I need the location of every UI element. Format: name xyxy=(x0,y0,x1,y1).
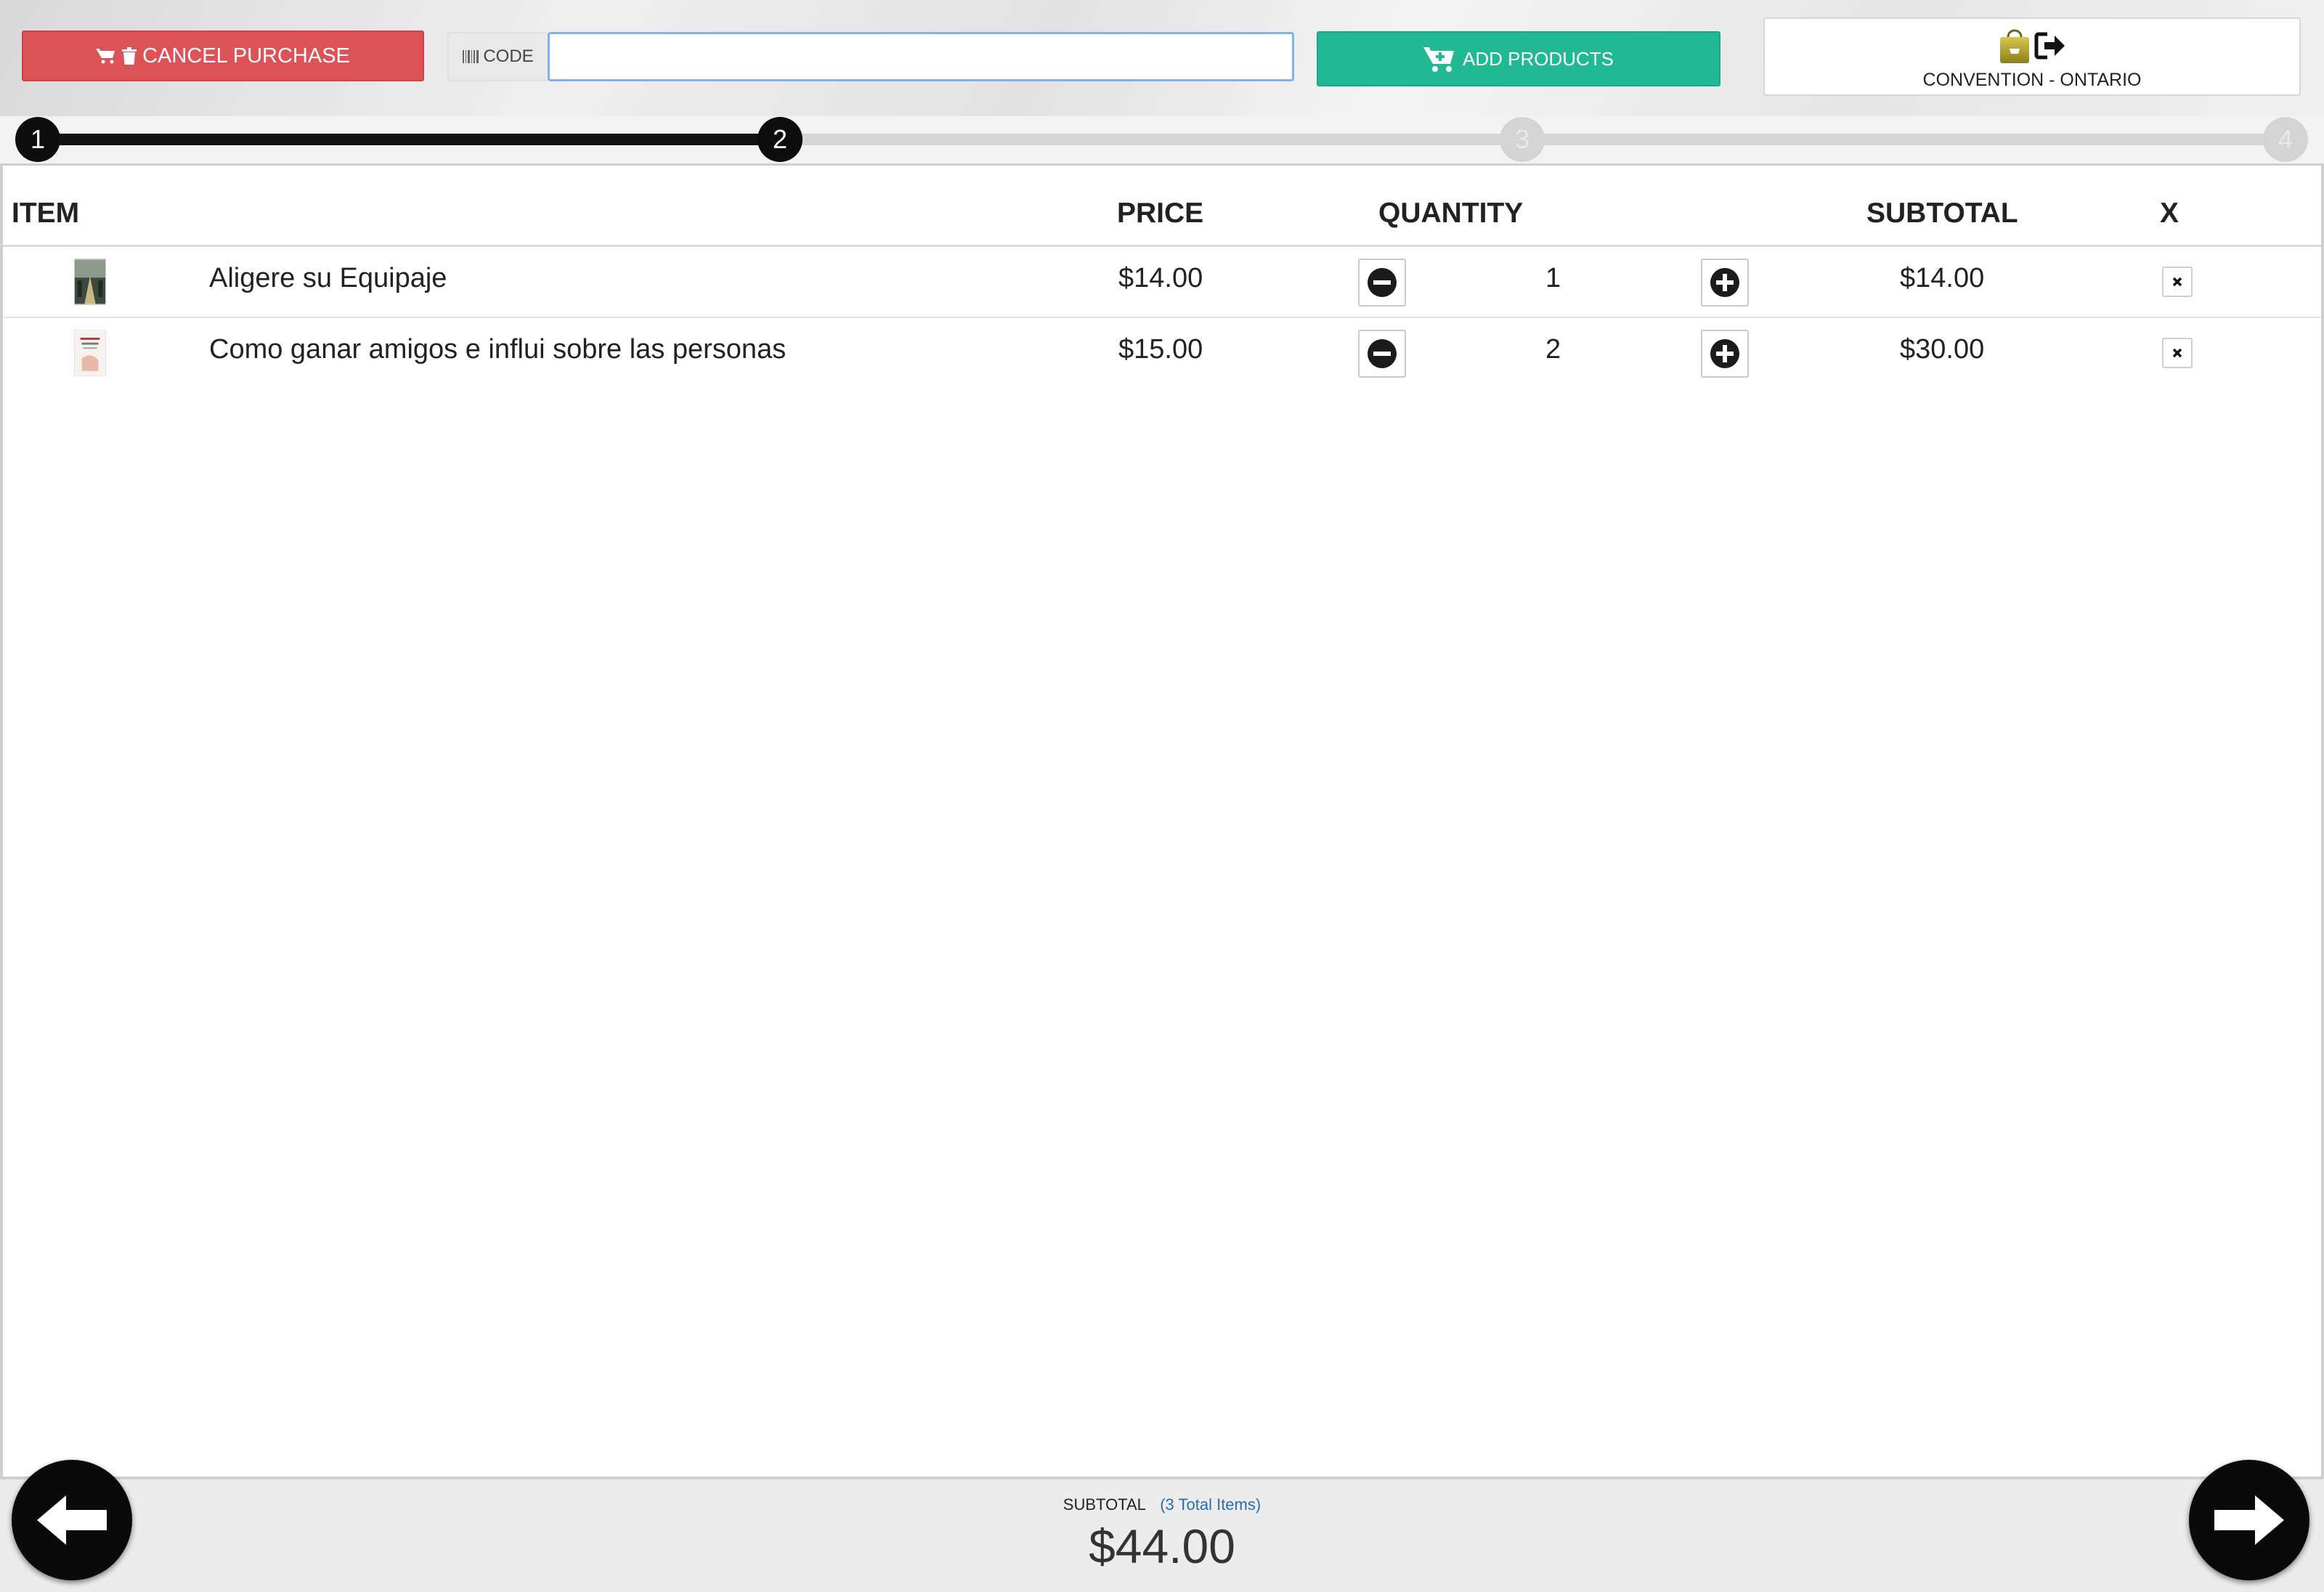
code-label: CODE xyxy=(483,46,534,66)
header-item: ITEM xyxy=(12,198,80,229)
total-items-count: (3 Total Items) xyxy=(1160,1495,1261,1514)
arrow-right-icon xyxy=(2214,1495,2284,1545)
step-4-label: 4 xyxy=(2278,124,2293,154)
arrow-left-icon xyxy=(37,1495,107,1545)
code-field-group: CODE xyxy=(447,32,1294,81)
minus-circle-icon xyxy=(1368,339,1397,368)
remove-item-button[interactable] xyxy=(2162,338,2193,368)
table-row: Como ganar amigos e influi sobre las per… xyxy=(3,318,2321,389)
product-subtotal: $14.00 xyxy=(1900,263,1985,293)
progress-track-fill xyxy=(38,134,780,145)
next-button[interactable] xyxy=(2189,1460,2309,1580)
product-thumbnail[interactable] xyxy=(74,330,106,376)
increase-quantity-button[interactable] xyxy=(1701,259,1749,306)
decrease-quantity-button[interactable] xyxy=(1358,330,1406,378)
cart-total: $44.00 xyxy=(1089,1519,1235,1573)
add-products-button[interactable]: ADD PRODUCTS xyxy=(1317,31,1720,86)
table-row: Aligere su Equipaje $14.00 1 $14.00 xyxy=(3,247,2321,318)
cancel-purchase-button[interactable]: CANCEL PURCHASE xyxy=(22,31,424,81)
plus-circle-icon xyxy=(1710,339,1739,368)
code-input[interactable] xyxy=(548,32,1294,81)
product-price: $15.00 xyxy=(1118,334,1203,365)
product-thumbnail[interactable] xyxy=(74,259,106,305)
step-1-label: 1 xyxy=(30,124,46,154)
header-remove: X xyxy=(2160,198,2179,229)
top-toolbar: CANCEL PURCHASE CODE ADD PRODUCTS CONVEN… xyxy=(0,0,2324,116)
product-quantity: 2 xyxy=(1545,334,1561,365)
header-price: PRICE xyxy=(1117,198,1204,229)
cancel-purchase-label: CANCEL PURCHASE xyxy=(142,44,350,68)
shopping-bag-icon xyxy=(2000,29,2029,63)
back-button[interactable] xyxy=(12,1460,132,1580)
trash-icon xyxy=(122,47,137,65)
product-quantity: 1 xyxy=(1545,263,1561,293)
cart-icon xyxy=(96,49,115,64)
step-2-label: 2 xyxy=(772,124,788,154)
sign-out-icon[interactable] xyxy=(2034,31,2066,60)
code-addon: CODE xyxy=(447,32,548,81)
product-name: Como ganar amigos e influi sobre las per… xyxy=(209,334,787,365)
subtotal-line: SUBTOTAL (3 Total Items) xyxy=(0,1495,2324,1514)
product-subtotal: $30.00 xyxy=(1900,334,1985,365)
store-logout-box[interactable]: CONVENTION - ONTARIO xyxy=(1763,17,2301,96)
product-price: $14.00 xyxy=(1118,263,1203,293)
store-label: CONVENTION - ONTARIO xyxy=(1922,70,2142,90)
plus-circle-icon xyxy=(1710,268,1739,297)
table-header: ITEM PRICE QUANTITY SUBTOTAL X xyxy=(3,166,2321,247)
step-3-label: 3 xyxy=(1514,124,1530,154)
close-icon xyxy=(2172,348,2182,358)
decrease-quantity-button[interactable] xyxy=(1358,259,1406,306)
store-icons xyxy=(1998,25,2066,67)
remove-item-button[interactable] xyxy=(2162,267,2193,297)
cart-footer: SUBTOTAL (3 Total Items) $44.00 xyxy=(0,1477,2324,1592)
step-4[interactable]: 4 xyxy=(2263,117,2308,162)
step-1[interactable]: 1 xyxy=(15,117,60,162)
close-icon xyxy=(2172,277,2182,287)
cart-table: ITEM PRICE QUANTITY SUBTOTAL X Aligere s… xyxy=(0,166,2324,1477)
header-quantity: QUANTITY xyxy=(1378,198,1524,229)
barcode-icon xyxy=(463,50,479,63)
add-products-label: ADD PRODUCTS xyxy=(1462,47,1614,70)
increase-quantity-button[interactable] xyxy=(1701,330,1749,378)
subtotal-label: SUBTOTAL xyxy=(1063,1495,1146,1514)
header-subtotal: SUBTOTAL xyxy=(1866,198,2018,229)
cart-plus-icon xyxy=(1423,47,1454,72)
product-name: Aligere su Equipaje xyxy=(209,263,447,293)
minus-circle-icon xyxy=(1368,268,1397,297)
step-2[interactable]: 2 xyxy=(757,117,803,162)
checkout-progress: 1 2 3 4 xyxy=(0,116,2324,166)
step-3[interactable]: 3 xyxy=(1500,117,1545,162)
